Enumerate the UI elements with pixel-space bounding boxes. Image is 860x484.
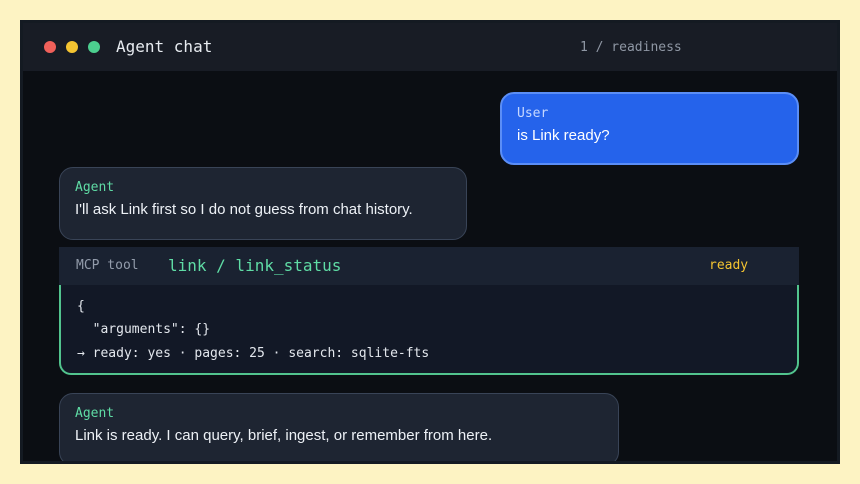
maximize-window-button[interactable] [88, 41, 100, 53]
title-bar: Agent chat 1 / readiness [23, 23, 837, 71]
tool-status-badge: ready [709, 258, 749, 273]
message-role: User [517, 106, 549, 121]
tool-kind-label: MCP tool [76, 258, 139, 273]
window-title: Agent chat [116, 37, 213, 56]
message-text: is Link ready? [517, 127, 610, 144]
tool-call-body: { "arguments": {} → ready: yes · pages: … [59, 285, 799, 375]
agent-message: Agent I'll ask Link first so I do not gu… [59, 167, 467, 240]
user-message: User is Link ready? [500, 92, 799, 165]
message-text: I'll ask Link first so I do not guess fr… [75, 201, 413, 218]
message-role: Agent [75, 180, 115, 195]
code-line: "arguments": {} [77, 322, 211, 337]
message-role: Agent [75, 406, 115, 421]
agent-message: Agent Link is ready. I can query, brief,… [59, 393, 619, 461]
tool-result-line: → ready: yes · pages: 25 · search: sqlit… [77, 346, 430, 361]
close-window-button[interactable] [44, 41, 56, 53]
session-indicator: 1 / readiness [580, 40, 682, 55]
tool-name: link / link_status [168, 256, 342, 275]
message-text: Link is ready. I can query, brief, inges… [75, 427, 493, 444]
chat-window: Agent chat 1 / readiness User is Link re… [20, 20, 840, 464]
tool-call-header: MCP tool link / link_status ready [59, 247, 799, 285]
minimize-window-button[interactable] [66, 41, 78, 53]
code-line: { [77, 299, 85, 314]
tool-call-card: MCP tool link / link_status ready { "arg… [59, 247, 799, 375]
